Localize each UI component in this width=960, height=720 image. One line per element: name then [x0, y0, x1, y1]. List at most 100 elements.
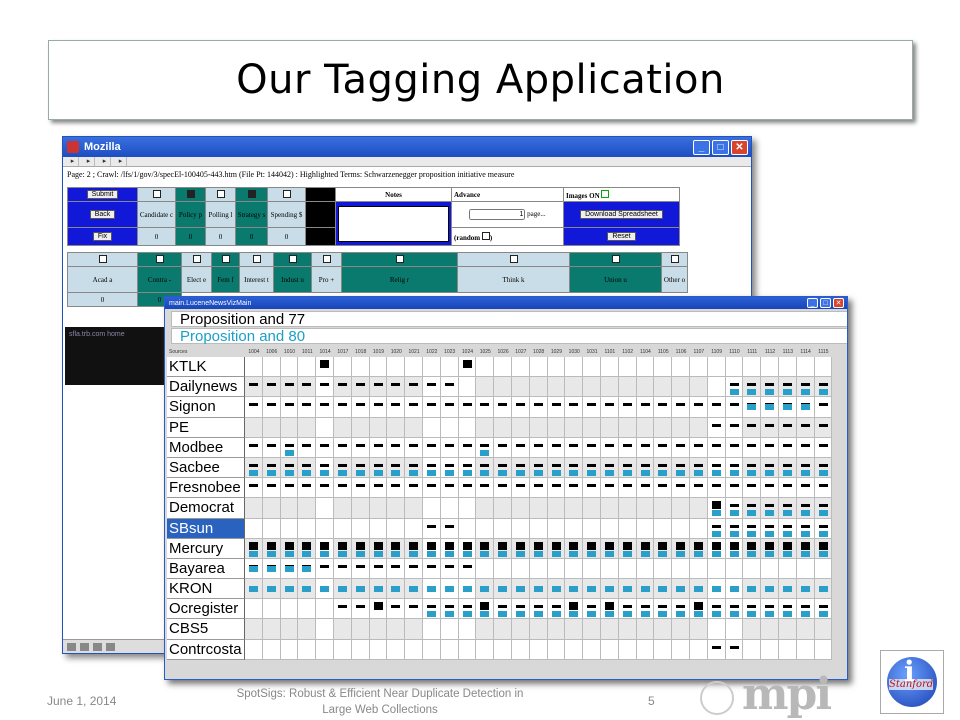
grid-cell[interactable]	[778, 538, 797, 559]
grid-cell[interactable]	[298, 599, 317, 620]
grid-cell[interactable]	[476, 619, 495, 640]
grid-cell[interactable]	[689, 538, 708, 559]
grid-cell[interactable]	[654, 579, 673, 600]
grid-cell[interactable]	[778, 558, 797, 580]
grid-cell[interactable]	[458, 437, 477, 458]
tag-checkbox[interactable]	[247, 189, 256, 198]
grid-cell[interactable]	[422, 457, 441, 479]
grid-cell[interactable]	[422, 437, 441, 458]
tag-checkbox[interactable]	[670, 254, 679, 263]
grid-cell[interactable]	[689, 599, 708, 620]
grid-cell[interactable]	[547, 498, 566, 519]
grid-cell[interactable]	[600, 538, 619, 559]
grid-cell[interactable]	[280, 518, 299, 539]
grid-cell[interactable]	[351, 639, 370, 660]
grid-cell[interactable]	[476, 397, 495, 418]
grid-cell[interactable]	[387, 457, 406, 479]
grid-cell[interactable]	[529, 619, 548, 640]
grid-cell[interactable]	[476, 558, 495, 580]
maximize-icon[interactable]: □	[712, 139, 729, 155]
grid-cell[interactable]	[547, 619, 566, 640]
grid-cell[interactable]	[369, 478, 388, 499]
tag-checkbox[interactable]	[282, 189, 291, 198]
grid-cell[interactable]	[476, 377, 495, 398]
grid-cell[interactable]	[725, 558, 744, 580]
grid-cell[interactable]	[672, 417, 690, 438]
grid-cell[interactable]	[280, 457, 299, 479]
grid-cell[interactable]	[369, 619, 388, 640]
grid-cell[interactable]	[458, 417, 477, 438]
grid-cell[interactable]	[316, 417, 334, 438]
grid-cell[interactable]	[796, 619, 815, 640]
grid-cell[interactable]	[725, 619, 744, 640]
grid-cell[interactable]	[636, 498, 655, 519]
grid-cell[interactable]	[600, 599, 619, 620]
source-label[interactable]: Bayarea	[167, 558, 245, 580]
grid-cell[interactable]	[743, 357, 762, 378]
grid-cell[interactable]	[333, 579, 352, 600]
grid-cell[interactable]	[351, 538, 370, 559]
grid-cell[interactable]	[600, 417, 619, 438]
grid-cell[interactable]	[743, 538, 762, 559]
grid-cell[interactable]	[583, 639, 601, 660]
grid-cell[interactable]	[618, 377, 637, 398]
grid-cell[interactable]	[298, 397, 317, 418]
grid-cell[interactable]	[494, 518, 512, 539]
grid-cell[interactable]	[618, 437, 637, 458]
grid-cell[interactable]	[814, 558, 833, 580]
grid-cell[interactable]	[405, 538, 423, 559]
grid-cell[interactable]	[369, 377, 388, 398]
grid-cell[interactable]	[636, 538, 655, 559]
grid-cell[interactable]	[565, 457, 584, 479]
grid-cell[interactable]	[583, 579, 601, 600]
grid-cell[interactable]	[280, 538, 299, 559]
grid-cell[interactable]	[672, 397, 690, 418]
grid-cell[interactable]	[298, 457, 317, 479]
grid-cell[interactable]	[743, 558, 762, 580]
source-label[interactable]: Signon	[167, 397, 245, 418]
grid-cell[interactable]	[245, 558, 263, 580]
grid-cell[interactable]	[298, 538, 317, 559]
grid-cell[interactable]	[422, 377, 441, 398]
grid-cell[interactable]	[529, 457, 548, 479]
proposition-item[interactable]: Proposition and 77	[171, 311, 847, 328]
source-label[interactable]: CBS5	[167, 619, 245, 640]
grid-cell[interactable]	[618, 457, 637, 479]
grid-cell[interactable]	[262, 377, 281, 398]
grid-cell[interactable]	[440, 579, 459, 600]
grid-cell[interactable]	[796, 397, 815, 418]
grid-cell[interactable]	[422, 417, 441, 438]
grid-cell[interactable]	[743, 599, 762, 620]
source-label[interactable]: Ocregister	[167, 599, 245, 620]
grid-cell[interactable]	[280, 558, 299, 580]
grid-cell[interactable]	[636, 357, 655, 378]
grid-cell[interactable]	[654, 437, 673, 458]
grid-cell[interactable]	[725, 437, 744, 458]
grid-cell[interactable]	[707, 457, 726, 479]
grid-cell[interactable]	[618, 357, 637, 378]
grid-cell[interactable]	[547, 397, 566, 418]
editor-icon[interactable]	[106, 642, 115, 651]
grid-cell[interactable]	[440, 357, 459, 378]
grid-cell[interactable]	[814, 498, 833, 519]
grid-cell[interactable]	[547, 518, 566, 539]
source-label[interactable]: Dailynews	[167, 377, 245, 398]
grid-cell[interactable]	[654, 639, 673, 660]
grid-cell[interactable]	[636, 417, 655, 438]
grid-cell[interactable]	[440, 639, 459, 660]
grid-cell[interactable]	[422, 498, 441, 519]
grid-cell[interactable]	[565, 377, 584, 398]
grid-cell[interactable]	[440, 619, 459, 640]
tag-checkbox[interactable]	[395, 254, 404, 263]
grid-cell[interactable]	[743, 619, 762, 640]
grid-cell[interactable]	[476, 579, 495, 600]
grid-cell[interactable]	[333, 558, 352, 580]
grid-cell[interactable]	[814, 599, 833, 620]
grid-cell[interactable]	[511, 599, 530, 620]
grid-cell[interactable]	[387, 639, 406, 660]
grid-cell[interactable]	[298, 619, 317, 640]
grid-cell[interactable]	[547, 417, 566, 438]
grid-cell[interactable]	[440, 437, 459, 458]
grid-cell[interactable]	[422, 599, 441, 620]
grid-cell[interactable]	[262, 478, 281, 499]
